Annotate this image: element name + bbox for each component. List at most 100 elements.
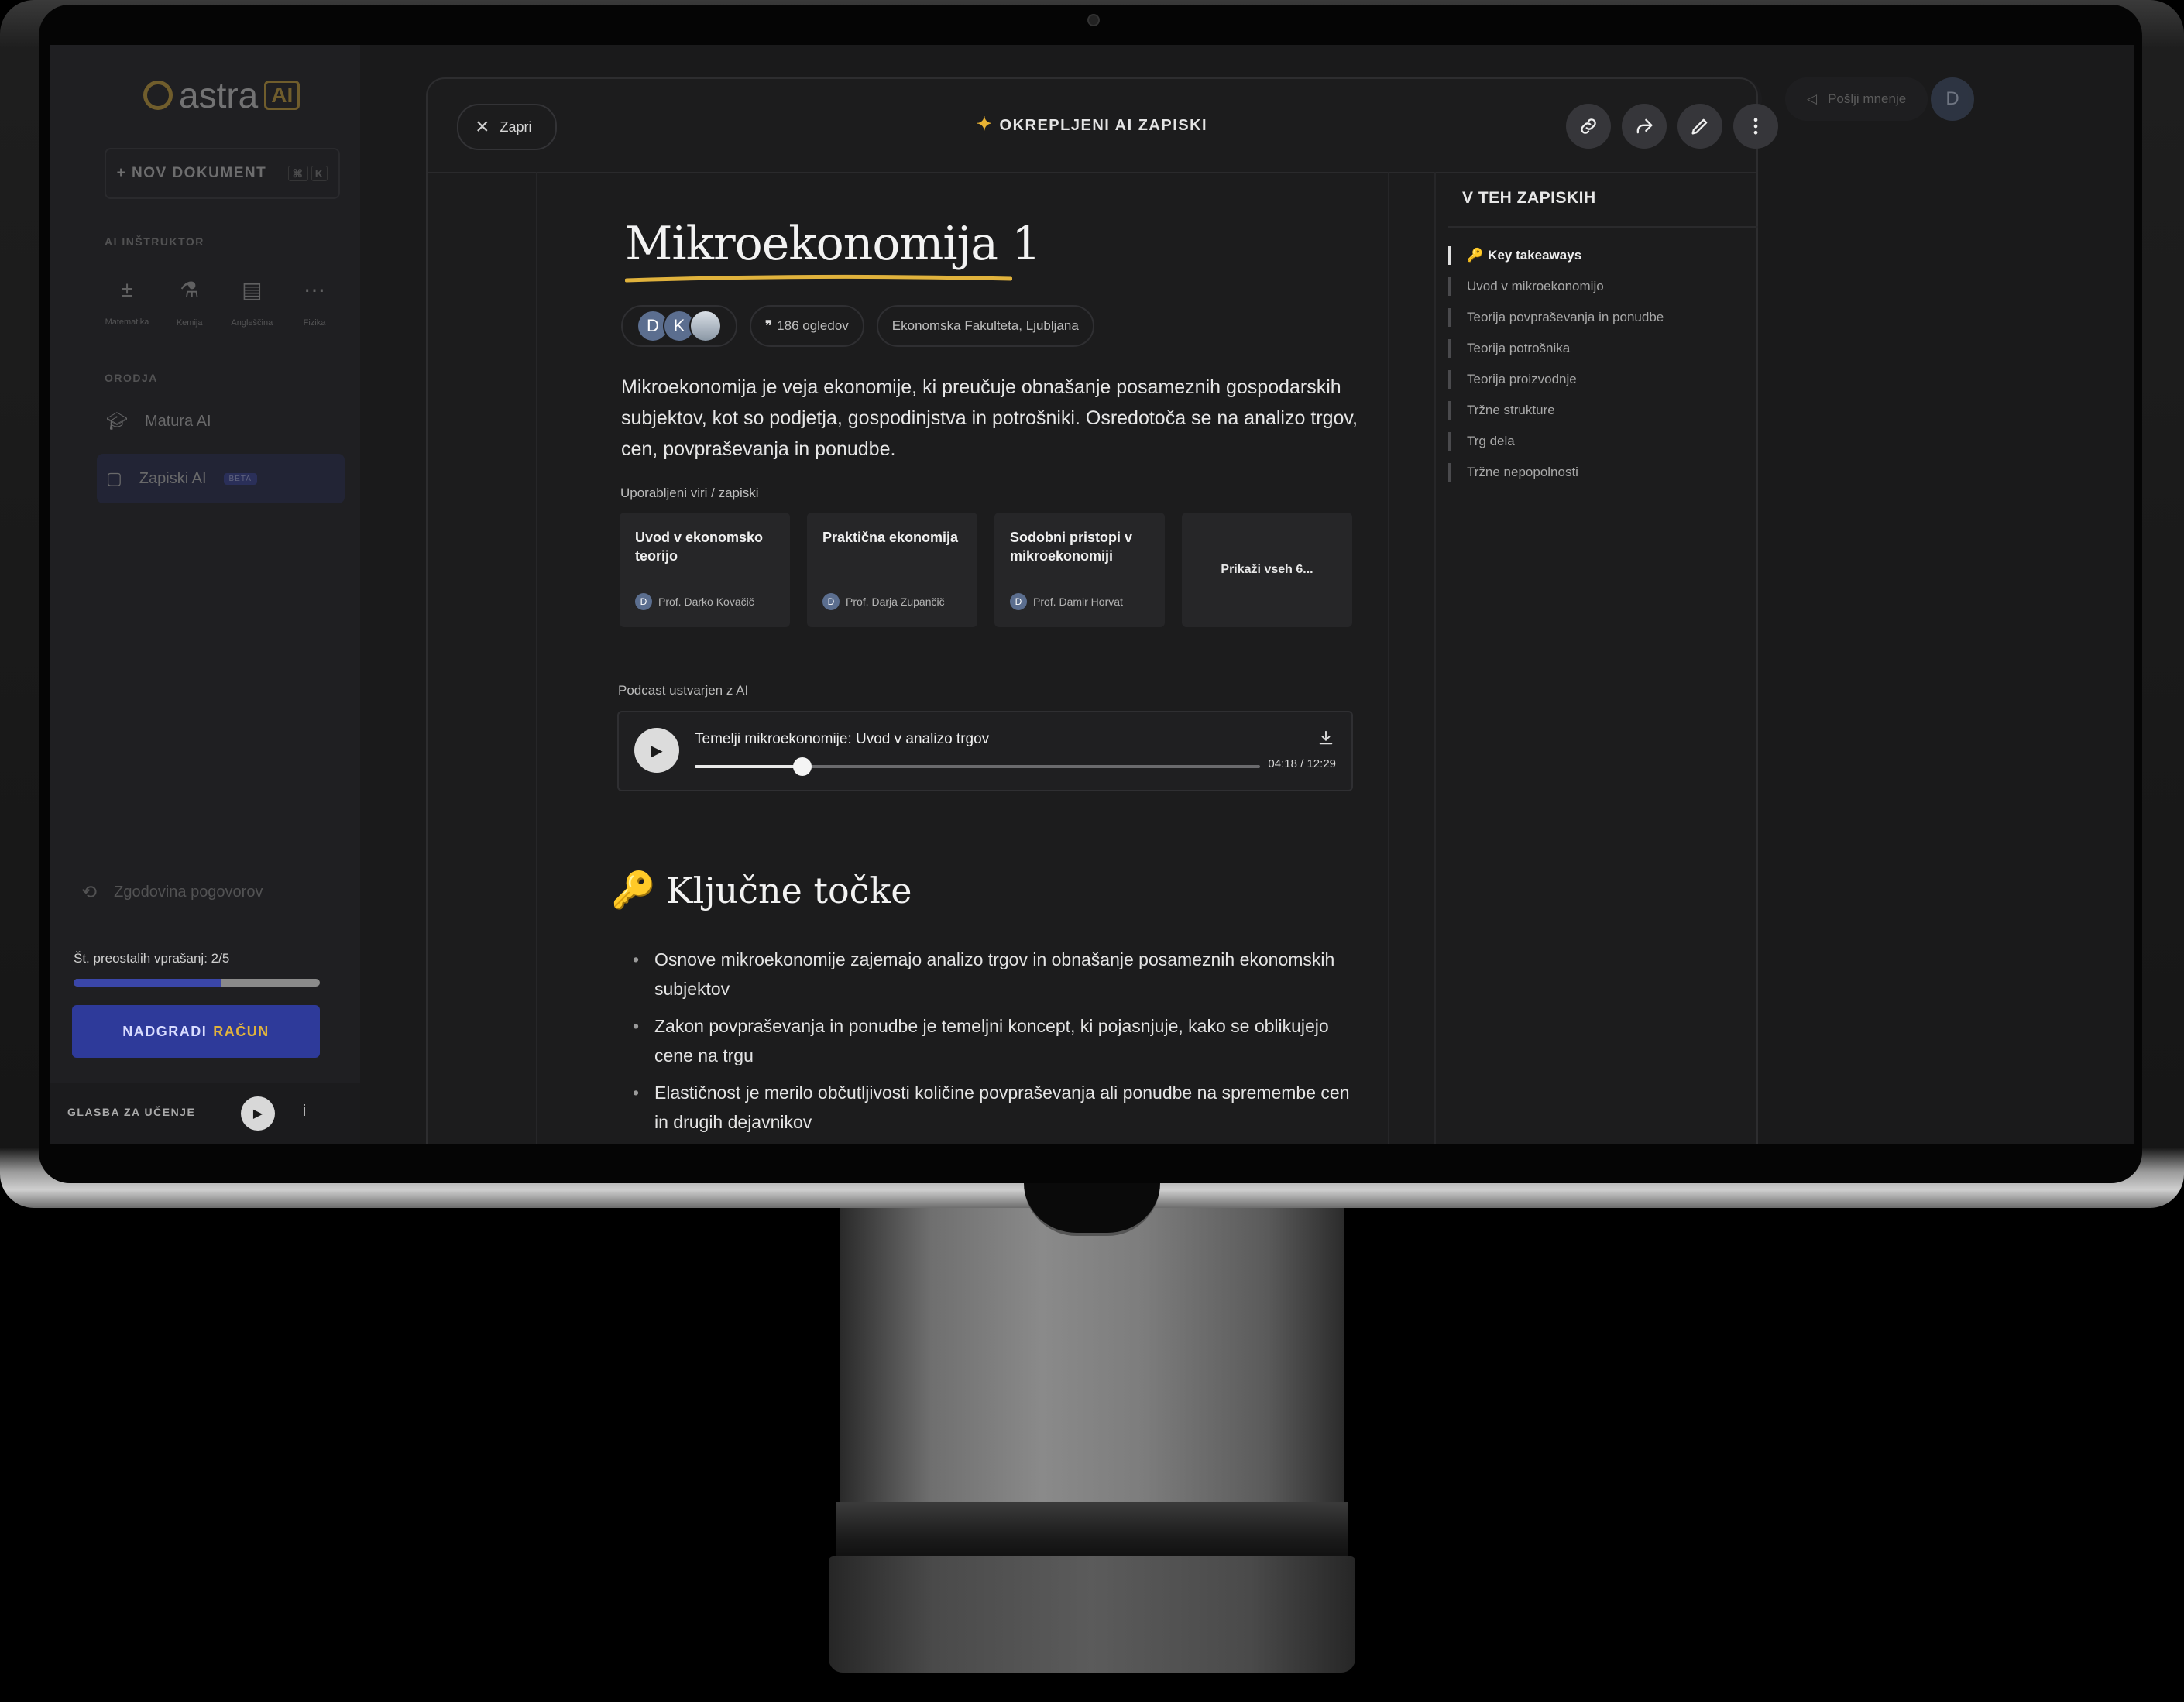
sources-list: Uvod v ekonomsko teorijo D Prof. Darko K…	[620, 513, 1352, 627]
avatar: D	[822, 593, 840, 610]
history-link[interactable]: ⟲ Zgodovina pogovorov	[81, 881, 263, 904]
toc-item-label: Key takeaways	[1488, 248, 1582, 263]
share-icon	[1636, 118, 1653, 134]
key-icon: 🔑	[1467, 248, 1484, 263]
download-icon[interactable]	[1317, 729, 1334, 746]
source-card[interactable]: Praktična ekonomija D Prof. Darja Zupanč…	[807, 513, 977, 627]
upgrade-accent: RAČUN	[213, 1023, 270, 1039]
toc-item[interactable]: Tržne strukture	[1448, 395, 1664, 426]
new-document-button[interactable]: + NOV DOKUMENT ⌘ K	[105, 148, 340, 199]
remaining-questions-label: Št. preostalih vprašanj: 2/5	[74, 951, 230, 966]
title-underline	[625, 274, 1012, 283]
instructor-physics[interactable]: ⋯ Fizika	[284, 277, 345, 328]
camera-icon	[1087, 14, 1100, 26]
more-options-button[interactable]	[1733, 104, 1778, 149]
quote-icon: ❞	[765, 318, 773, 333]
sidebar-item-label: Matura AI	[144, 412, 211, 430]
sidebar-item-zapiski-ai[interactable]: ▢ Zapiski AI BETA	[97, 454, 345, 503]
toc-header: V TEH ZAPISKIH	[1448, 172, 1758, 228]
logo-mark-icon	[143, 81, 173, 110]
list-item: Zakon povpraševanja in ponudbe je temelj…	[633, 1011, 1361, 1070]
source-card[interactable]: Uvod v ekonomsko teorijo D Prof. Darko K…	[620, 513, 790, 627]
contributors[interactable]: D K	[621, 305, 737, 347]
instructor-label: Kemija	[176, 318, 203, 328]
views-badge: ❞ 186 ogledov	[750, 305, 864, 347]
podcast-progress	[695, 765, 802, 768]
note-icon: ▢	[106, 468, 122, 488]
list-item: Elastičnost je merilo občutljivosti koli…	[633, 1078, 1361, 1137]
source-author: D Prof. Darko Kovačič	[635, 593, 754, 610]
podcast-title: Temelji mikroekonomije: Uvod v analizo t…	[695, 731, 990, 747]
instructor-english[interactable]: ▤ Angleščina	[221, 277, 282, 328]
feedback-button[interactable]: ◁ Pošlji mnenje	[1785, 77, 1928, 121]
source-title: Praktična ekonomija	[822, 530, 959, 545]
divider	[1388, 172, 1389, 1144]
copy-link-button[interactable]	[1566, 104, 1611, 149]
toc-item[interactable]: Teorija povpraševanja in ponudbe	[1448, 302, 1664, 333]
source-author: D Prof. Darja Zupančič	[822, 593, 945, 610]
more-vertical-icon	[1753, 118, 1758, 135]
screen: astra AI + NOV DOKUMENT ⌘ K AI INŠTRUKTOR…	[50, 45, 2134, 1144]
music-play-button[interactable]: ▶	[241, 1096, 275, 1131]
institution-badge[interactable]: Ekonomska Fakulteta, Ljubljana	[876, 305, 1094, 347]
user-avatar[interactable]: D	[1931, 77, 1974, 121]
toc-item[interactable]: Teorija proizvodnje	[1448, 364, 1664, 395]
avatar-group: D K	[637, 310, 722, 342]
podcast-time: 04:18 / 12:29	[1268, 757, 1336, 770]
key-points-heading: 🔑 Ključne točke	[611, 869, 912, 911]
key-points-list: Osnove mikroekonomije zajemajo analizo t…	[633, 945, 1361, 1144]
avatar: D	[1010, 593, 1027, 610]
share-button[interactable]	[1622, 104, 1667, 149]
toc-item[interactable]: Tržne nepopolnosti	[1448, 457, 1664, 488]
source-author-name: Prof. Damir Horvat	[1033, 595, 1123, 608]
document-title: Mikroekonomija 1	[625, 217, 1041, 271]
sidebar-item-matura-ai[interactable]: 🎓︎ Matura AI	[97, 396, 345, 446]
notes-modal: × Zapri ✦ OKREPLJENI AI ZAPISKI Mikroeko…	[426, 77, 1778, 1144]
upgrade-button[interactable]: NADGRADI RAČUN	[72, 1005, 320, 1058]
key-points-title: Ključne točke	[666, 869, 912, 911]
podcast-play-button[interactable]: ▶	[634, 728, 679, 773]
table-of-contents: 🔑 Key takeaways Uvod v mikroekonomijo Teo…	[1448, 240, 1664, 488]
divider	[536, 172, 537, 1144]
toc-item[interactable]: Trg dela	[1448, 426, 1664, 457]
podcast-seek-bar[interactable]	[695, 757, 1260, 776]
toc-title: V TEH ZAPISKIH	[1462, 189, 1596, 207]
toc-item[interactable]: Teorija potrošnika	[1448, 333, 1664, 364]
shortcut-key: K	[311, 166, 328, 181]
instructor-label: Fizika	[303, 318, 326, 328]
podcast-player: ▶ Temelji mikroekonomije: Uvod v analizo…	[617, 711, 1353, 791]
shortcut-hint: ⌘ K	[285, 165, 328, 182]
list-item: Osnove mikroekonomije zajemajo analizo t…	[633, 945, 1361, 1004]
modal-header: × Zapri ✦ OKREPLJENI AI ZAPISKI	[428, 79, 1778, 173]
source-author-name: Prof. Darko Kovačič	[658, 595, 754, 608]
remaining-progress-fill	[74, 979, 221, 987]
flask-icon: ⚗	[180, 278, 200, 302]
more-icon: ⋯	[303, 278, 325, 302]
remaining-progress-bar	[74, 979, 320, 987]
chat-icon: ▤	[242, 278, 263, 302]
instructor-chemistry[interactable]: ⚗ Kemija	[160, 277, 220, 328]
modal-title-text: OKREPLJENI AI ZAPISKI	[999, 117, 1208, 134]
show-all-sources-button[interactable]: Prikaži vseh 6...	[1182, 513, 1352, 627]
monitor-frame: astra AI + NOV DOKUMENT ⌘ K AI INŠTRUKTOR…	[0, 0, 2184, 1208]
sources-label: Uporabljeni viri / zapiski	[620, 486, 759, 500]
instructor-math[interactable]: ± Matematika	[97, 277, 157, 328]
source-card[interactable]: Sodobni pristopi v mikroekonomiji D Prof…	[994, 513, 1165, 627]
link-icon	[1581, 118, 1596, 134]
megaphone-icon: ◁	[1807, 91, 1818, 106]
toc-item[interactable]: 🔑 Key takeaways	[1448, 240, 1664, 271]
toc-item[interactable]: Uvod v mikroekonomijo	[1448, 271, 1664, 302]
info-icon[interactable]: i	[297, 1103, 312, 1124]
beta-badge: BETA	[223, 472, 257, 485]
tools-heading: ORODJA	[105, 372, 158, 384]
new-document-label: + NOV DOKUMENT	[116, 165, 267, 181]
logo-text: astra	[179, 75, 259, 115]
avatar-photo	[689, 310, 722, 342]
source-title: Sodobni pristopi v mikroekonomiji	[1010, 530, 1132, 564]
logo[interactable]: astra AI	[143, 74, 300, 116]
avatar: D	[635, 593, 652, 610]
feedback-label: Pošlji mnenje	[1828, 91, 1907, 106]
edit-button[interactable]	[1677, 104, 1722, 149]
podcast-seek-handle[interactable]	[792, 757, 812, 776]
views-count: 186 ogledov	[777, 318, 849, 333]
